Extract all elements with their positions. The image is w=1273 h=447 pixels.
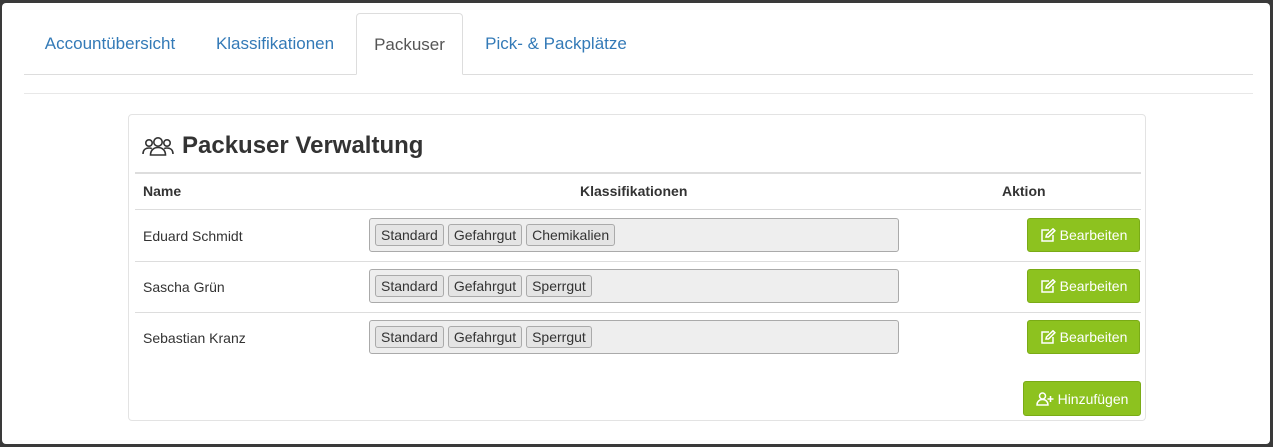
user-plus-icon <box>1035 391 1054 406</box>
header-action: Aktion <box>1002 183 1046 199</box>
edit-icon <box>1040 330 1056 344</box>
classification-select[interactable]: Standard Gefahrgut Chemikalien <box>369 218 899 252</box>
users-icon <box>142 135 174 157</box>
header-name: Name <box>143 183 182 199</box>
edit-icon <box>1040 279 1056 293</box>
classification-tag[interactable]: Standard <box>375 224 444 246</box>
tab-pick-pack-places[interactable]: Pick- & Packplätze <box>463 13 649 74</box>
classification-tag[interactable]: Gefahrgut <box>447 275 523 297</box>
edit-label: Bearbeiten <box>1059 329 1128 345</box>
classification-tag[interactable]: Sperrgut <box>526 275 592 297</box>
classification-select[interactable]: Standard Gefahrgut Sperrgut <box>369 269 899 303</box>
panel-title-text: Packuser Verwaltung <box>182 132 424 159</box>
user-name: Sascha Grün <box>143 279 225 295</box>
edit-button[interactable]: Bearbeiten <box>1027 269 1140 303</box>
add-user-label: Hinzufügen <box>1057 390 1129 407</box>
packuser-panel: Packuser Verwaltung Name Klassifikatione… <box>128 114 1146 421</box>
table-header: Name Klassifikationen Aktion <box>135 172 1141 210</box>
classification-tag[interactable]: Standard <box>375 275 444 297</box>
header-classifications: Klassifikationen <box>580 183 688 199</box>
modal-dialog: Accountübersicht Klassifikationen Packus… <box>2 3 1270 444</box>
tab-account-overview[interactable]: Accountübersicht <box>24 13 196 74</box>
panel-title: Packuser Verwaltung <box>142 129 423 163</box>
tab-classifications[interactable]: Klassifikationen <box>196 13 354 74</box>
edit-button[interactable]: Bearbeiten <box>1027 218 1140 252</box>
edit-button[interactable]: Bearbeiten <box>1027 320 1140 354</box>
classification-tag[interactable]: Sperrgut <box>526 326 592 348</box>
user-name: Eduard Schmidt <box>143 228 243 244</box>
add-user-button[interactable]: Hinzufügen <box>1023 381 1141 416</box>
classification-tag[interactable]: Gefahrgut <box>447 224 523 246</box>
tab-bar: Accountübersicht Klassifikationen Packus… <box>24 13 1253 75</box>
table-row: Eduard Schmidt Standard Gefahrgut Chemik… <box>135 211 1141 262</box>
classification-tag[interactable]: Chemikalien <box>526 224 616 246</box>
edit-icon <box>1040 228 1056 242</box>
table-row: Sebastian Kranz Standard Gefahrgut Sperr… <box>135 313 1141 364</box>
user-name: Sebastian Kranz <box>143 330 246 346</box>
classification-select[interactable]: Standard Gefahrgut Sperrgut <box>369 320 899 354</box>
edit-label: Bearbeiten <box>1059 227 1128 243</box>
edit-label: Bearbeiten <box>1059 278 1128 294</box>
tab-packuser[interactable]: Packuser <box>356 13 463 75</box>
classification-tag[interactable]: Standard <box>375 326 444 348</box>
divider <box>24 93 1253 94</box>
classification-tag[interactable]: Gefahrgut <box>447 326 523 348</box>
table-row: Sascha Grün Standard Gefahrgut Sperrgut … <box>135 262 1141 313</box>
